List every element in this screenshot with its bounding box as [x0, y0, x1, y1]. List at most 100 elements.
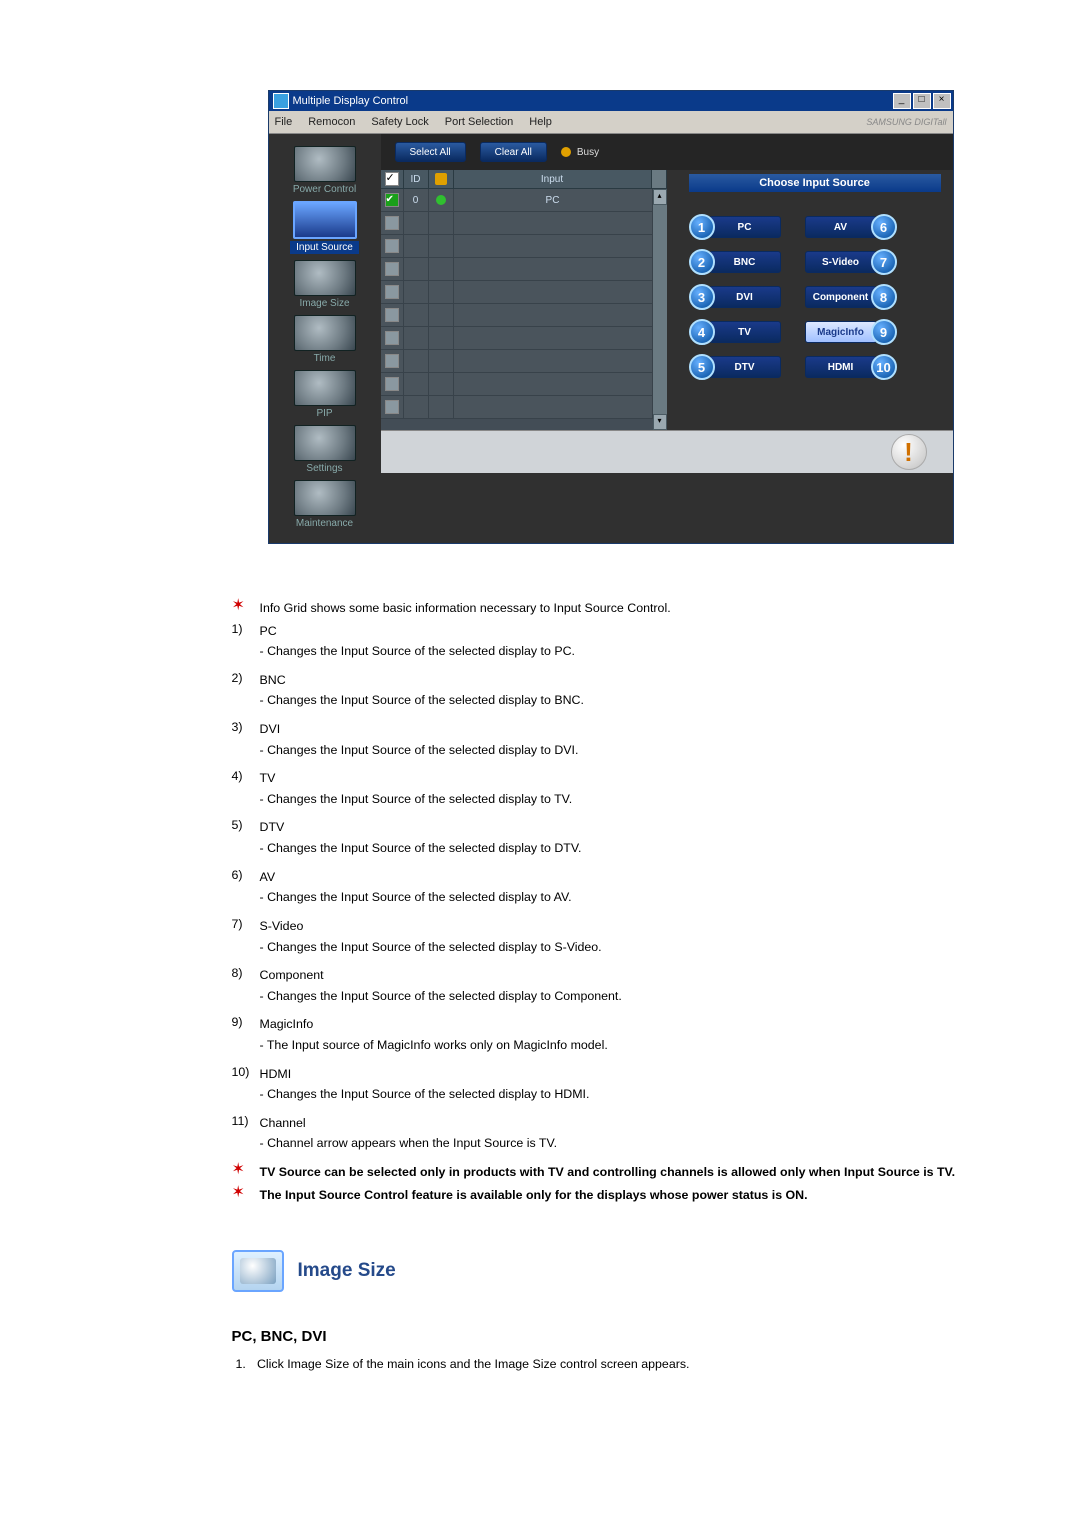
clear-all-button[interactable]: Clear All: [480, 142, 547, 162]
item-title: TV: [260, 771, 276, 785]
sidebar-item-image-size[interactable]: Image Size: [277, 260, 373, 309]
sidebar-item-label: Time: [314, 353, 336, 364]
callout-badge: 10: [871, 354, 897, 380]
titlebar: Multiple Display Control _ □ ×: [269, 91, 953, 111]
callout-badge: 9: [871, 319, 897, 345]
item-desc: Changes the Input Source of the selected…: [260, 987, 1022, 1006]
row-check-icon[interactable]: [385, 377, 399, 391]
maximize-button[interactable]: □: [913, 93, 931, 109]
maintenance-icon: [294, 480, 356, 516]
app-window: Multiple Display Control _ □ × File Remo…: [268, 90, 954, 544]
row-check-icon[interactable]: [385, 216, 399, 230]
star-icon: ✶: [232, 1186, 260, 1200]
pip-icon: [294, 370, 356, 406]
item-number: 9): [232, 1015, 260, 1029]
row-id: 0: [404, 189, 429, 211]
item-title: BNC: [260, 673, 286, 687]
item-desc: Changes the Input Source of the selected…: [260, 1085, 1022, 1104]
table-row[interactable]: [381, 281, 653, 304]
table-row[interactable]: [381, 327, 653, 350]
table-row[interactable]: 0 PC: [381, 189, 653, 212]
busy-indicator: Busy: [561, 147, 599, 158]
row-check-icon[interactable]: [385, 262, 399, 276]
callout-badge: 4: [689, 319, 715, 345]
callout-badge: 3: [689, 284, 715, 310]
scroll-up-button[interactable]: ▴: [653, 189, 667, 205]
table-row[interactable]: [381, 396, 653, 419]
callout-badge: 6: [871, 214, 897, 240]
sidebar-item-power-control[interactable]: Power Control: [277, 146, 373, 195]
source-button-dtv[interactable]: DTV: [709, 356, 781, 378]
row-check-icon[interactable]: [385, 354, 399, 368]
app-icon: [273, 93, 289, 109]
sidebar-item-pip[interactable]: PIP: [277, 370, 373, 419]
row-check-icon[interactable]: [385, 285, 399, 299]
row-check-icon[interactable]: [385, 331, 399, 345]
toolbar: Select All Clear All Busy: [381, 134, 953, 170]
menu-remocon[interactable]: Remocon: [308, 116, 355, 128]
input-source-panel: Choose Input Source 1PC2BNC3DVI4TV5DTV A…: [671, 170, 953, 430]
sidebar-item-time[interactable]: Time: [277, 315, 373, 364]
source-button-pc[interactable]: PC: [709, 216, 781, 238]
doc-item: 7)S-VideoChanges the Input Source of the…: [232, 917, 1022, 956]
window-title: Multiple Display Control: [293, 95, 893, 107]
sidebar: Power Control Input Source Image Size Ti…: [269, 134, 381, 543]
row-input: PC: [454, 189, 653, 211]
row-check-icon[interactable]: [385, 308, 399, 322]
source-button-bnc[interactable]: BNC: [709, 251, 781, 273]
row-check-icon[interactable]: [385, 193, 399, 207]
settings-icon: [294, 425, 356, 461]
item-title: S-Video: [260, 919, 304, 933]
row-check-icon[interactable]: [385, 239, 399, 253]
table-row[interactable]: [381, 212, 653, 235]
minimize-button[interactable]: _: [893, 93, 911, 109]
table-row[interactable]: [381, 350, 653, 373]
item-desc: The Input source of MagicInfo works only…: [260, 1036, 1022, 1055]
sidebar-item-settings[interactable]: Settings: [277, 425, 373, 474]
input-source-icon: [293, 201, 357, 239]
step-1: 1. Click Image Size of the main icons an…: [236, 1357, 1022, 1371]
scroll-down-button[interactable]: ▾: [653, 414, 667, 430]
table-row[interactable]: [381, 304, 653, 327]
source-button-component[interactable]: Component: [805, 286, 877, 308]
source-button-tv[interactable]: TV: [709, 321, 781, 343]
source-button-dvi[interactable]: DVI: [709, 286, 781, 308]
scroll-head: [652, 170, 667, 188]
sidebar-item-input-source[interactable]: Input Source: [277, 201, 373, 254]
image-size-section-icon: [232, 1250, 284, 1292]
item-desc: Changes the Input Source of the selected…: [260, 741, 1022, 760]
sidebar-item-maintenance[interactable]: Maintenance: [277, 480, 373, 529]
table-row[interactable]: [381, 258, 653, 281]
row-check-icon[interactable]: [385, 400, 399, 414]
source-row-component: Component8: [805, 284, 897, 310]
callout-badge: 8: [871, 284, 897, 310]
item-title: AV: [260, 870, 276, 884]
grid-scrollbar[interactable]: ▴ ▾: [653, 189, 667, 430]
menu-safety-lock[interactable]: Safety Lock: [371, 116, 428, 128]
menu-file[interactable]: File: [275, 116, 293, 128]
select-all-button[interactable]: Select All: [395, 142, 466, 162]
table-row[interactable]: [381, 373, 653, 396]
brand-label: SAMSUNG DIGITall: [866, 117, 946, 127]
table-row[interactable]: [381, 235, 653, 258]
menubar: File Remocon Safety Lock Port Selection …: [269, 111, 953, 134]
step-text: Click Image Size of the main icons and t…: [257, 1357, 690, 1371]
document-body: ✶ Info Grid shows some basic information…: [232, 599, 1022, 1371]
col-check[interactable]: [381, 170, 404, 188]
doc-item: 9)MagicInfoThe Input source of MagicInfo…: [232, 1015, 1022, 1054]
source-button-s-video[interactable]: S-Video: [805, 251, 877, 273]
menu-help[interactable]: Help: [529, 116, 552, 128]
source-button-av[interactable]: AV: [805, 216, 877, 238]
menu-port-selection[interactable]: Port Selection: [445, 116, 513, 128]
note-power-on: The Input Source Control feature is avai…: [260, 1186, 1022, 1205]
doc-item: 1)PCChanges the Input Source of the sele…: [232, 622, 1022, 661]
source-button-hdmi[interactable]: HDMI: [805, 356, 877, 378]
item-number: 10): [232, 1065, 260, 1079]
item-desc: Changes the Input Source of the selected…: [260, 790, 1022, 809]
sidebar-item-label: Image Size: [299, 298, 349, 309]
sidebar-item-label: PIP: [316, 408, 332, 419]
source-button-magicinfo[interactable]: MagicInfo: [805, 321, 877, 343]
doc-item: 5)DTVChanges the Input Source of the sel…: [232, 818, 1022, 857]
intro-text: Info Grid shows some basic information n…: [260, 599, 1022, 618]
close-button[interactable]: ×: [933, 93, 951, 109]
